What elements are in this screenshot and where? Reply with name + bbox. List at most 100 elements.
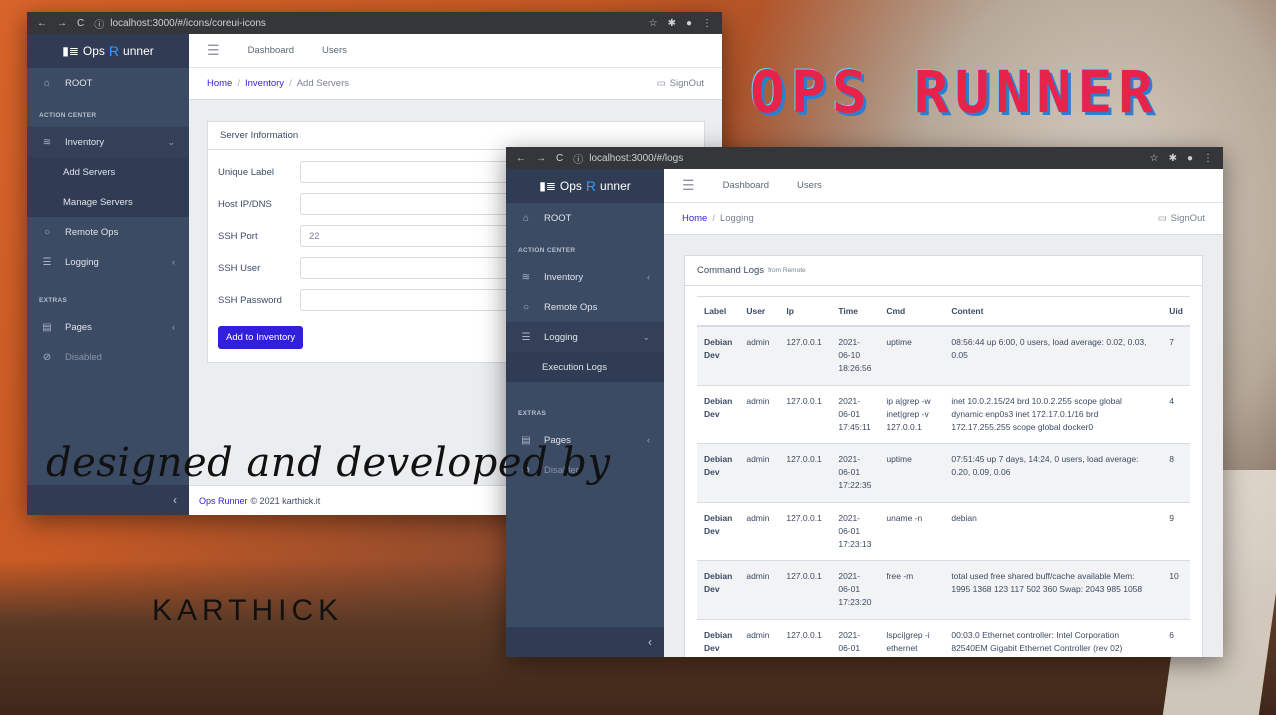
sidebar-item-logging[interactable]: ☰ Logging ‹ bbox=[27, 247, 189, 277]
home-icon: ⌂ bbox=[522, 212, 530, 224]
table-row: Debian Dev admin 127.0.0.1 2021-06-10 18:26… bbox=[697, 325, 1190, 386]
cell-uid: 6 bbox=[1162, 618, 1190, 657]
command-logs-card: Command Logs from Remote Label User Ip Time… bbox=[684, 255, 1203, 657]
logs-table: Label User Ip Time Cmd Content Uid Debian Dev a… bbox=[697, 296, 1190, 657]
label-password: SSH Password bbox=[218, 294, 282, 306]
profile-icon[interactable]: ● bbox=[686, 18, 692, 29]
column-header[interactable]: Content bbox=[944, 296, 1163, 327]
address-bar[interactable]: ⓘ localhost:3000/#/icons/coreui-icons bbox=[94, 16, 638, 31]
ban-icon: ⊘ bbox=[42, 351, 52, 363]
sidebar-item-root[interactable]: ⌂ ROOT bbox=[506, 203, 664, 233]
sidebar-item-root[interactable]: ⌂ ROOT bbox=[27, 68, 189, 98]
hamburger-icon[interactable]: ☰ bbox=[682, 177, 695, 194]
header-nav: ☰ Dashboard Users bbox=[189, 34, 722, 68]
add-to-inventory-button[interactable]: Add to Inventory bbox=[218, 326, 304, 349]
forward-icon[interactable]: → bbox=[536, 153, 546, 164]
info-icon: ⓘ bbox=[573, 154, 584, 166]
column-header[interactable]: Cmd bbox=[879, 296, 945, 327]
sidebar-item-disabled: ⊘ Disabled bbox=[42, 351, 102, 363]
breadcrumb: Home / Inventory / Add Servers ▭ SignOut bbox=[189, 68, 722, 100]
cell-time: 2021-06-01 19:01:59 bbox=[831, 618, 880, 657]
back-icon[interactable]: ← bbox=[516, 153, 526, 164]
signout-button[interactable]: ▭ SignOut bbox=[1158, 213, 1205, 224]
reload-icon[interactable]: C bbox=[556, 153, 563, 164]
column-header[interactable]: Uid bbox=[1162, 296, 1190, 327]
sidebar-item-inventory[interactable]: ≋ Inventory ‹ bbox=[506, 262, 664, 292]
reload-icon[interactable]: C bbox=[77, 18, 84, 29]
footer-link[interactable]: Ops Runner bbox=[199, 496, 248, 506]
home-icon: ⌂ bbox=[43, 77, 51, 89]
cell-content: 00:03.0 Ethernet controller: Intel Corpo… bbox=[944, 618, 1163, 657]
server-icon: ▮≣ bbox=[62, 44, 79, 58]
browser-toolbar: ← → C ⓘ localhost:3000/#/icons/coreui-ic… bbox=[27, 12, 722, 34]
cell-uid: 4 bbox=[1162, 384, 1190, 444]
breadcrumb-inventory[interactable]: Inventory bbox=[245, 78, 284, 89]
browser-window-logs: ← → C ⓘ localhost:3000/#/logs ☆ ✱ ● ⋮ ▮≣… bbox=[506, 147, 1223, 657]
cell-content: debian bbox=[944, 501, 1163, 561]
chevron-down-icon: ⌄ bbox=[642, 331, 650, 342]
sidebar-item-add-servers[interactable]: Add Servers bbox=[27, 157, 189, 187]
brand-logo[interactable]: ▮≣ Ops Runner bbox=[27, 34, 189, 68]
nav-dashboard[interactable]: Dashboard bbox=[723, 180, 769, 191]
menu-icon[interactable]: ⋮ bbox=[1203, 153, 1213, 164]
monitor-icon: ▭ bbox=[656, 78, 666, 89]
monitor-icon: ▭ bbox=[1157, 213, 1167, 224]
nav-users[interactable]: Users bbox=[322, 45, 347, 56]
cell-content: 07:51:45 up 7 days, 14:24, 0 users, load… bbox=[944, 443, 1163, 503]
extension-icon[interactable]: ✱ bbox=[1169, 153, 1177, 164]
cell-uid: 9 bbox=[1162, 501, 1190, 561]
sidebar-section-title: ACTION CENTER bbox=[518, 247, 576, 254]
extension-icon[interactable]: ✱ bbox=[668, 18, 676, 29]
server-icon: ▮≣ bbox=[539, 179, 556, 193]
sidebar-minimize-button[interactable]: ‹ bbox=[506, 627, 664, 657]
column-header[interactable]: User bbox=[739, 296, 780, 327]
table-header: Label User Ip Time Cmd Content Uid bbox=[697, 296, 1190, 327]
star-icon[interactable]: ☆ bbox=[649, 18, 658, 29]
cell-ip: 127.0.0.1 bbox=[779, 443, 832, 503]
chevron-left-icon: ‹ bbox=[173, 493, 177, 507]
menu-icon[interactable]: ⋮ bbox=[702, 18, 712, 29]
cell-cmd: ip a|grep -w inet|grep -v 127.0.0.1 bbox=[879, 384, 945, 444]
breadcrumb-home[interactable]: Home bbox=[682, 213, 707, 224]
cell-cmd: uptime bbox=[879, 443, 945, 503]
promo-title: OPS RUNNER bbox=[750, 58, 1160, 126]
sidebar-item-pages[interactable]: ▤ Pages ‹ bbox=[27, 312, 189, 342]
column-header[interactable]: Ip bbox=[779, 296, 832, 327]
sidebar-item-remote-ops[interactable]: ○ Remote Ops bbox=[27, 217, 189, 247]
sidebar-minimize-button[interactable]: ‹ bbox=[27, 485, 189, 515]
profile-icon[interactable]: ● bbox=[1187, 153, 1193, 164]
nav-users[interactable]: Users bbox=[797, 180, 822, 191]
column-header[interactable]: Time bbox=[831, 296, 880, 327]
sidebar-item-manage-servers[interactable]: Manage Servers bbox=[27, 187, 189, 217]
forward-icon[interactable]: → bbox=[57, 18, 67, 29]
cell-time: 2021-06-10 18:26:56 bbox=[831, 325, 880, 386]
table-row: Debian Dev admin 127.0.0.1 2021-06-01 17:22… bbox=[697, 443, 1190, 503]
sidebar-item-execution-logs[interactable]: Execution Logs bbox=[506, 352, 664, 382]
back-icon[interactable]: ← bbox=[37, 18, 47, 29]
brand-logo[interactable]: ▮≣ Ops Runner bbox=[506, 169, 664, 203]
column-header[interactable]: Label bbox=[697, 296, 740, 327]
cell-ip: 127.0.0.1 bbox=[779, 325, 832, 386]
cell-time: 2021-06-01 17:23:20 bbox=[831, 560, 880, 620]
cell-time: 2021-06-01 17:22:35 bbox=[831, 443, 880, 503]
cell-label: Debian Dev bbox=[697, 384, 740, 444]
chevron-left-icon: ‹ bbox=[647, 435, 650, 445]
label-port: SSH Port bbox=[218, 230, 258, 242]
cell-ip: 127.0.0.1 bbox=[779, 501, 832, 561]
breadcrumb-current: Add Servers bbox=[296, 78, 349, 89]
breadcrumb-home[interactable]: Home bbox=[207, 78, 232, 89]
star-icon[interactable]: ☆ bbox=[1150, 153, 1159, 164]
sidebar-item-remote-ops[interactable]: ○ Remote Ops bbox=[506, 292, 664, 322]
signout-button[interactable]: ▭ SignOut bbox=[657, 78, 704, 89]
sidebar-item-logging[interactable]: ☰ Logging ⌄ bbox=[506, 322, 664, 352]
chevron-down-icon: ⌄ bbox=[167, 136, 175, 147]
sidebar-item-inventory[interactable]: ≋ Inventory ⌄ bbox=[27, 127, 189, 157]
list-icon: ☰ bbox=[521, 331, 531, 343]
address-bar[interactable]: ⓘ localhost:3000/#/logs bbox=[573, 151, 1139, 166]
cell-uid: 8 bbox=[1162, 443, 1190, 503]
cell-user: admin bbox=[739, 501, 780, 561]
circle-icon: ○ bbox=[522, 301, 530, 313]
nav-dashboard[interactable]: Dashboard bbox=[248, 45, 294, 56]
cell-ip: 127.0.0.1 bbox=[779, 560, 832, 620]
hamburger-icon[interactable]: ☰ bbox=[207, 42, 220, 59]
